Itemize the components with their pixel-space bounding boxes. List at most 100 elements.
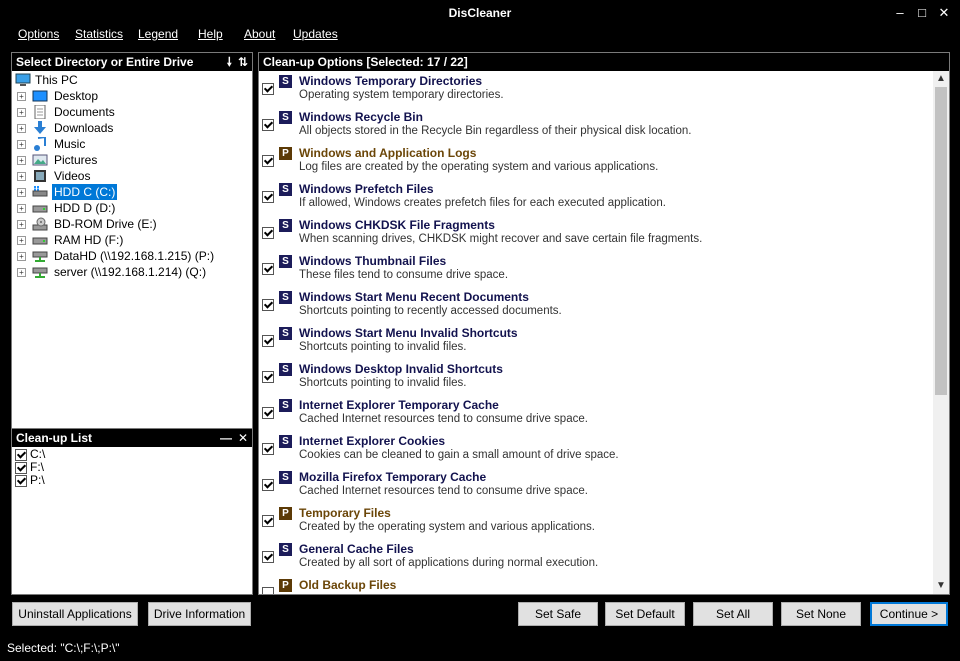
- tree-item[interactable]: + Desktop: [12, 88, 252, 104]
- option-checkbox[interactable]: [262, 407, 274, 419]
- option-checkbox[interactable]: [262, 515, 274, 527]
- scroll-up-icon[interactable]: ▲: [933, 71, 949, 87]
- cleanup-option[interactable]: P Old Backup Files: [259, 575, 929, 594]
- drive-information-button[interactable]: Drive Information: [148, 602, 251, 626]
- sort-icon[interactable]: ⇅: [238, 53, 248, 71]
- cleanup-option[interactable]: S Windows Start Menu Recent Documents Shor…: [259, 287, 929, 323]
- system-badge-icon: S: [279, 435, 292, 448]
- close-icon[interactable]: ✕: [934, 4, 954, 22]
- menu-about[interactable]: About: [244, 27, 275, 41]
- doc-icon: [32, 104, 48, 120]
- system-badge-icon: S: [279, 111, 292, 124]
- directory-tree[interactable]: This PC + Desktop + Documents + Downloads + Musi…: [12, 71, 252, 280]
- option-checkbox[interactable]: [262, 479, 274, 491]
- remove-list-icon[interactable]: ✕: [238, 429, 248, 447]
- cleanup-option[interactable]: S Windows Recycle Bin All objects stored i…: [259, 107, 929, 143]
- expand-icon[interactable]: +: [17, 140, 26, 149]
- cleanup-list-panel: Clean-up List — ✕ C:\ F:\ P:\: [11, 428, 253, 595]
- expand-icon[interactable]: +: [17, 124, 26, 133]
- menu-legend[interactable]: Legend: [138, 27, 178, 41]
- checkbox[interactable]: [15, 449, 27, 461]
- minimize-list-icon[interactable]: —: [220, 429, 232, 447]
- option-checkbox[interactable]: [262, 443, 274, 455]
- option-checkbox[interactable]: [262, 263, 274, 275]
- pictures-icon: [32, 153, 48, 167]
- cleanup-option[interactable]: S General Cache Files Created by all sort …: [259, 539, 929, 575]
- cleanup-option[interactable]: S Windows Thumbnail Files These files tend…: [259, 251, 929, 287]
- tree-item[interactable]: + Videos: [12, 168, 252, 184]
- status-bar: Selected: "C:\;F:\;P:\": [0, 636, 960, 661]
- option-checkbox[interactable]: [262, 155, 274, 167]
- tree-item-label: This PC: [35, 73, 78, 87]
- checkbox[interactable]: [15, 462, 27, 474]
- option-checkbox[interactable]: [262, 83, 274, 95]
- expand-icon[interactable]: +: [17, 156, 26, 165]
- set-none-button[interactable]: Set None: [781, 602, 861, 626]
- cleanup-option[interactable]: S Windows Start Menu Invalid Shortcuts Sho…: [259, 323, 929, 359]
- options-list[interactable]: S Windows Temporary Directories Operating …: [259, 71, 931, 594]
- minimize-icon[interactable]: –: [890, 4, 910, 22]
- options-scrollbar[interactable]: ▲ ▼: [933, 71, 949, 594]
- option-checkbox[interactable]: [262, 335, 274, 347]
- cleanup-option[interactable]: S Windows Prefetch Files If allowed, Windo…: [259, 179, 929, 215]
- cleanup-list-item[interactable]: F:\: [12, 461, 252, 474]
- tree-item[interactable]: + DataHD (\\192.168.1.215) (P:): [12, 248, 252, 264]
- program-badge-icon: P: [279, 507, 292, 520]
- directory-panel-header: Select Directory or Entire Drive 🠗 ⇅: [12, 53, 252, 71]
- set-safe-button[interactable]: Set Safe: [518, 602, 598, 626]
- cleanup-option[interactable]: S Internet Explorer Cookies Cookies can be…: [259, 431, 929, 467]
- expand-icon[interactable]: +: [17, 188, 26, 197]
- option-checkbox[interactable]: [262, 551, 274, 563]
- checkbox[interactable]: [15, 475, 27, 487]
- uninstall-applications-button[interactable]: Uninstall Applications: [12, 602, 138, 626]
- tree-item[interactable]: + BD-ROM Drive (E:): [12, 216, 252, 232]
- cleanup-option[interactable]: P Temporary Files Created by the operating…: [259, 503, 929, 539]
- set-default-button[interactable]: Set Default: [605, 602, 685, 626]
- continue-button[interactable]: Continue >: [870, 602, 948, 626]
- cleanup-option[interactable]: S Windows Desktop Invalid Shortcuts Shortc…: [259, 359, 929, 395]
- cleanup-list[interactable]: C:\ F:\ P:\: [12, 447, 252, 487]
- expand-icon[interactable]: +: [17, 108, 26, 117]
- tree-item[interactable]: + Documents: [12, 104, 252, 120]
- expand-icon[interactable]: +: [17, 252, 26, 261]
- cleanup-option[interactable]: S Windows Temporary Directories Operating …: [259, 71, 929, 107]
- tree-item[interactable]: + HDD D (D:): [12, 200, 252, 216]
- option-checkbox[interactable]: [262, 299, 274, 311]
- cleanup-option[interactable]: S Windows CHKDSK File Fragments When scann…: [259, 215, 929, 251]
- cleanup-list-item[interactable]: C:\: [12, 448, 252, 461]
- expand-icon[interactable]: +: [17, 172, 26, 181]
- maximize-icon[interactable]: □: [912, 4, 932, 22]
- system-badge-icon: S: [279, 183, 292, 196]
- menu-options[interactable]: Options: [18, 27, 59, 41]
- tree-item[interactable]: + RAM HD (F:): [12, 232, 252, 248]
- menu-help[interactable]: Help: [198, 27, 223, 41]
- cleanup-option[interactable]: S Mozilla Firefox Temporary Cache Cached I…: [259, 467, 929, 503]
- tree-item[interactable]: + Music: [12, 135, 252, 152]
- expand-icon[interactable]: +: [17, 204, 26, 213]
- cleanup-option[interactable]: P Windows and Application Logs Log files a…: [259, 143, 929, 179]
- tree-item[interactable]: + HDD C (C:): [12, 183, 252, 201]
- option-checkbox[interactable]: [262, 371, 274, 383]
- menu-updates[interactable]: Updates: [293, 27, 338, 41]
- expand-icon[interactable]: +: [17, 92, 26, 101]
- expand-icon[interactable]: +: [17, 236, 26, 245]
- cleanup-option[interactable]: S Internet Explorer Temporary Cache Cached…: [259, 395, 929, 431]
- directory-panel: Select Directory or Entire Drive 🠗 ⇅ Thi…: [11, 52, 253, 429]
- tree-item[interactable]: + Downloads: [12, 120, 252, 136]
- tree-item[interactable]: + server (\\192.168.1.214) (Q:): [12, 264, 252, 280]
- set-all-button[interactable]: Set All: [693, 602, 773, 626]
- tree-item[interactable]: This PC: [12, 72, 252, 88]
- option-checkbox[interactable]: [262, 587, 274, 594]
- option-checkbox[interactable]: [262, 119, 274, 131]
- arrow-down-icon[interactable]: 🠗: [227, 53, 232, 71]
- expand-icon[interactable]: +: [17, 220, 26, 229]
- menu-statistics[interactable]: Statistics: [75, 27, 123, 41]
- option-checkbox[interactable]: [262, 191, 274, 203]
- tree-item-label: Videos: [54, 169, 91, 183]
- scroll-thumb[interactable]: [935, 87, 947, 395]
- scroll-down-icon[interactable]: ▼: [933, 578, 949, 594]
- option-checkbox[interactable]: [262, 227, 274, 239]
- expand-icon[interactable]: +: [17, 268, 26, 277]
- cleanup-list-item[interactable]: P:\: [12, 474, 252, 487]
- tree-item[interactable]: + Pictures: [12, 152, 252, 168]
